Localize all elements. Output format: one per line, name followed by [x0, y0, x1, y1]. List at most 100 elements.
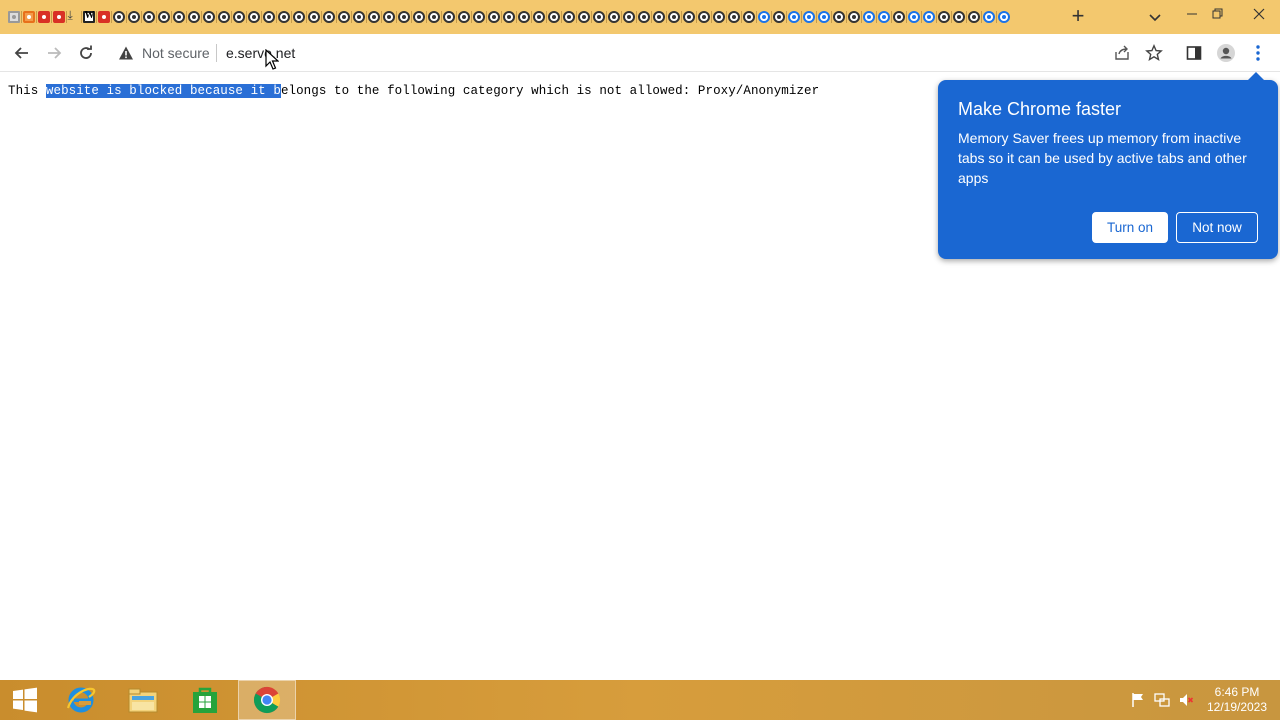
- browser-tab[interactable]: [456, 7, 471, 27]
- browser-tab[interactable]: [516, 7, 531, 27]
- browser-tab[interactable]: [561, 7, 576, 27]
- browser-tab[interactable]: [51, 7, 66, 27]
- browser-tab[interactable]: [276, 7, 291, 27]
- new-tab-button[interactable]: +: [1067, 5, 1089, 28]
- browser-tab[interactable]: [771, 7, 786, 27]
- browser-tab[interactable]: [426, 7, 441, 27]
- browser-tab[interactable]: [681, 7, 696, 27]
- browser-tab[interactable]: [876, 7, 891, 27]
- forward-button[interactable]: [39, 38, 69, 68]
- browser-tab[interactable]: [411, 7, 426, 27]
- browser-tab[interactable]: [171, 7, 186, 27]
- browser-tab[interactable]: [726, 7, 741, 27]
- browser-tab[interactable]: [111, 7, 126, 27]
- back-button[interactable]: [7, 38, 37, 68]
- profile-button[interactable]: [1212, 39, 1240, 67]
- browser-tab[interactable]: [816, 7, 831, 27]
- warning-icon[interactable]: [118, 45, 134, 61]
- browser-tab[interactable]: [471, 7, 486, 27]
- browser-tab[interactable]: [831, 7, 846, 27]
- browser-tab[interactable]: [6, 7, 21, 27]
- browser-tab[interactable]: [36, 7, 51, 27]
- browser-tab[interactable]: [141, 7, 156, 27]
- browser-tab[interactable]: [741, 7, 756, 27]
- store-button[interactable]: [176, 680, 234, 720]
- start-button[interactable]: [0, 680, 50, 720]
- browser-tab[interactable]: [261, 7, 276, 27]
- browser-tab[interactable]: [936, 7, 951, 27]
- browser-tab[interactable]: [711, 7, 726, 27]
- browser-tab[interactable]: [216, 7, 231, 27]
- browser-tab[interactable]: [186, 7, 201, 27]
- browser-tab[interactable]: [291, 7, 306, 27]
- browser-tab[interactable]: [891, 7, 906, 27]
- browser-tab[interactable]: [861, 7, 876, 27]
- chrome-taskbar-button[interactable]: [238, 680, 296, 720]
- browser-tab[interactable]: [306, 7, 321, 27]
- restore-button[interactable]: [1200, 0, 1236, 28]
- browser-tab[interactable]: [666, 7, 681, 27]
- volume-muted-icon[interactable]: [1178, 692, 1194, 708]
- browser-tab[interactable]: [921, 7, 936, 27]
- browser-tab[interactable]: [231, 7, 246, 27]
- browser-tab[interactable]: [846, 7, 861, 27]
- bookmark-button[interactable]: [1140, 39, 1168, 67]
- browser-tab[interactable]: [606, 7, 621, 27]
- vortex-icon: [232, 11, 245, 23]
- browser-tab[interactable]: [786, 7, 801, 27]
- browser-tab[interactable]: [81, 7, 96, 27]
- side-panel-button[interactable]: [1180, 39, 1208, 67]
- network-icon[interactable]: [1154, 692, 1170, 708]
- close-window-button[interactable]: [1238, 0, 1280, 28]
- system-clock[interactable]: 6:46 PM 12/19/2023: [1200, 685, 1274, 715]
- reload-button[interactable]: [71, 38, 101, 68]
- browser-tab[interactable]: [486, 7, 501, 27]
- browser-tab[interactable]: [951, 7, 966, 27]
- security-status[interactable]: Not secure: [142, 45, 210, 61]
- browser-tab[interactable]: [66, 7, 81, 27]
- browser-tab[interactable]: [996, 7, 1011, 27]
- browser-tab[interactable]: [906, 7, 921, 27]
- browser-tab[interactable]: [201, 7, 216, 27]
- turn-on-button[interactable]: Turn on: [1092, 212, 1168, 243]
- browser-tab[interactable]: [351, 7, 366, 27]
- browser-tab[interactable]: [126, 7, 141, 27]
- browser-tab[interactable]: [381, 7, 396, 27]
- avatar-icon: [1217, 44, 1235, 62]
- vortex-icon: [412, 11, 425, 23]
- browser-tab[interactable]: [756, 7, 771, 27]
- browser-tab[interactable]: [966, 7, 981, 27]
- browser-tab[interactable]: [621, 7, 636, 27]
- browser-tab[interactable]: [696, 7, 711, 27]
- browser-tab[interactable]: [501, 7, 516, 27]
- browser-tab[interactable]: [591, 7, 606, 27]
- chrome-menu-button[interactable]: [1244, 39, 1272, 67]
- browser-tab[interactable]: [801, 7, 816, 27]
- browser-tab[interactable]: [636, 7, 651, 27]
- browser-tab[interactable]: [441, 7, 456, 27]
- browser-tab[interactable]: [336, 7, 351, 27]
- browser-tab[interactable]: [321, 7, 336, 27]
- browser-tab[interactable]: [546, 7, 561, 27]
- internet-explorer-button[interactable]: [52, 680, 110, 720]
- file-explorer-button[interactable]: [114, 680, 172, 720]
- browser-tab[interactable]: [366, 7, 381, 27]
- vortex-icon: [727, 11, 740, 23]
- browser-tab[interactable]: [396, 7, 411, 27]
- url-text[interactable]: e.servo.net: [226, 45, 295, 61]
- browser-tab[interactable]: [156, 7, 171, 27]
- browser-tab[interactable]: [96, 7, 111, 27]
- not-now-button[interactable]: Not now: [1176, 212, 1258, 243]
- browser-tab[interactable]: [981, 7, 996, 27]
- vortex-icon: [667, 11, 680, 23]
- share-button[interactable]: [1108, 39, 1136, 67]
- tab-search-button[interactable]: [1146, 8, 1164, 26]
- browser-tab[interactable]: [246, 7, 261, 27]
- browser-tab[interactable]: [21, 7, 36, 27]
- browser-tab[interactable]: [651, 7, 666, 27]
- share-icon: [1115, 45, 1129, 60]
- browser-tab[interactable]: [576, 7, 591, 27]
- browser-tab[interactable]: [531, 7, 546, 27]
- action-center-flag-icon[interactable]: [1130, 692, 1146, 708]
- more-vert-icon: [1256, 45, 1260, 61]
